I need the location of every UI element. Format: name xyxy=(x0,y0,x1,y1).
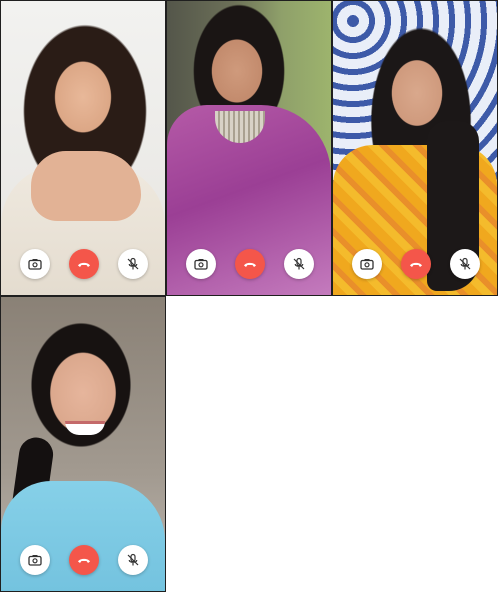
video-tile-4[interactable] xyxy=(0,296,166,592)
mute-mic-button[interactable] xyxy=(284,249,314,279)
call-controls xyxy=(167,249,331,281)
end-call-button[interactable] xyxy=(401,249,431,279)
camera-switch-button[interactable] xyxy=(186,249,216,279)
video-frame-smile xyxy=(65,421,105,435)
call-controls xyxy=(1,249,165,281)
camera-switch-icon xyxy=(194,258,208,270)
mic-off-icon xyxy=(292,257,306,271)
camera-switch-icon xyxy=(28,258,42,270)
phone-hangup-icon xyxy=(409,260,423,268)
camera-switch-icon xyxy=(360,258,374,270)
end-call-button[interactable] xyxy=(235,249,265,279)
camera-switch-icon xyxy=(28,554,42,566)
camera-switch-button[interactable] xyxy=(20,545,50,575)
video-grid xyxy=(0,0,498,592)
video-tile-2[interactable] xyxy=(166,0,332,296)
phone-hangup-icon xyxy=(243,260,257,268)
video-tile-1[interactable] xyxy=(0,0,166,296)
call-controls xyxy=(333,249,497,281)
mic-off-icon xyxy=(126,257,140,271)
camera-switch-button[interactable] xyxy=(20,249,50,279)
video-tile-3[interactable] xyxy=(332,0,498,296)
mute-mic-button[interactable] xyxy=(118,545,148,575)
camera-switch-button[interactable] xyxy=(352,249,382,279)
phone-hangup-icon xyxy=(77,556,91,564)
end-call-button[interactable] xyxy=(69,545,99,575)
video-frame-hand xyxy=(31,151,141,221)
mute-mic-button[interactable] xyxy=(118,249,148,279)
end-call-button[interactable] xyxy=(69,249,99,279)
empty-grid-cell xyxy=(166,296,332,592)
call-controls xyxy=(1,545,165,577)
mic-off-icon xyxy=(458,257,472,271)
empty-grid-cell xyxy=(332,296,498,592)
mute-mic-button[interactable] xyxy=(450,249,480,279)
mic-off-icon xyxy=(126,553,140,567)
phone-hangup-icon xyxy=(77,260,91,268)
